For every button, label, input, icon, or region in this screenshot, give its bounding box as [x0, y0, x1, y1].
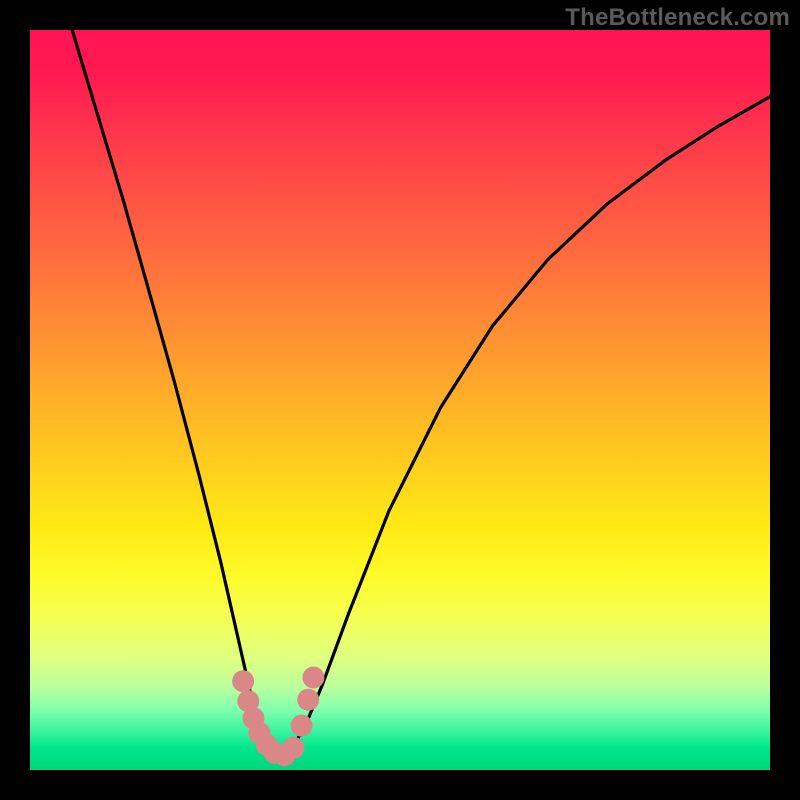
data-marker	[297, 689, 319, 711]
plot-area	[30, 30, 770, 770]
data-marker	[282, 737, 304, 759]
curves-svg	[30, 30, 770, 770]
curve-right-branch	[282, 97, 770, 759]
data-marker	[302, 667, 324, 689]
watermark-text: TheBottleneck.com	[565, 4, 790, 32]
data-marker	[291, 715, 313, 737]
curve-left-branch	[72, 30, 281, 759]
data-marker	[232, 670, 254, 692]
chart-frame: TheBottleneck.com	[0, 0, 800, 800]
